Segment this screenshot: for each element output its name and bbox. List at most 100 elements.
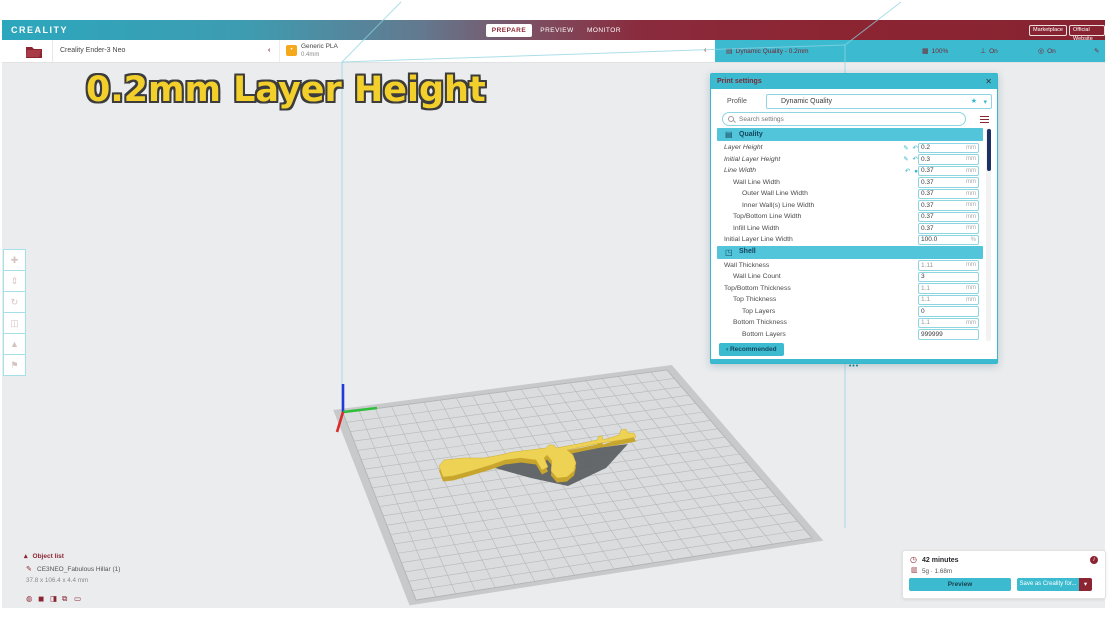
setting-row: Top/Bottom Thickness 1.1 mm: [717, 283, 983, 295]
save-dropdown-icon[interactable]: ▾: [1079, 578, 1092, 591]
shell-section-header[interactable]: ◳ Shell: [717, 245, 983, 259]
setting-row: Wall Line Width 0.37 mm: [717, 177, 983, 189]
preview-button[interactable]: Preview: [909, 578, 1011, 591]
filament-icon: ▥: [911, 567, 918, 574]
setting-row: Wall Line Count 3: [717, 271, 983, 283]
setting-row: Top/Bottom Line Width 0.37 mm: [717, 211, 983, 223]
setting-input[interactable]: 0.37 mm: [918, 165, 979, 176]
setting-label: Inner Wall(s) Line Width: [742, 201, 815, 209]
clock-icon: ◷: [910, 555, 917, 564]
creality-print-window: 0.2mm Layer Height CREALITY PREPARE PREV…: [0, 0, 1111, 625]
quality-section-header[interactable]: ▤ Quality: [717, 128, 983, 141]
save-button[interactable]: Save as Creality for...: [1017, 578, 1079, 591]
setting-label: Infill Line Width: [733, 224, 780, 232]
setting-row: Outer Wall Line Width 0.37 mm: [717, 188, 983, 200]
setting-row: Bottom Thickness 1.1 mm: [717, 317, 983, 329]
mirror-tool[interactable]: ◫: [3, 312, 26, 334]
panel-header[interactable]: Print settings ✕: [711, 74, 997, 89]
quality-icon: ▤: [725, 130, 733, 139]
setting-input[interactable]: 0.37 mm: [918, 188, 979, 199]
setting-row: Bottom Layers 999999: [717, 329, 983, 341]
settings-search-box[interactable]: [722, 112, 966, 126]
panel-scrollbar[interactable]: [986, 128, 991, 341]
setting-input[interactable]: 0.37 mm: [918, 223, 979, 234]
setting-label: Top Thickness: [733, 296, 777, 303]
shell-icon: ◳: [725, 247, 733, 257]
pencil-undo-icons[interactable]: ✎ ↶: [903, 144, 919, 152]
move-tool[interactable]: ✚: [3, 249, 26, 271]
pencil-undo-icons[interactable]: ✎ ↶: [903, 155, 919, 163]
search-input[interactable]: [737, 113, 941, 125]
arrange-icon[interactable]: ◍: [26, 594, 38, 603]
setting-label: Wall Line Count: [733, 273, 781, 280]
setting-label: Top Layers: [742, 307, 776, 315]
info-icon[interactable]: i: [1090, 555, 1098, 564]
collapse-up-icon[interactable]: ▴: [24, 553, 28, 560]
build-volume-line: [844, 1, 902, 46]
setting-label: Layer Height: [724, 144, 763, 151]
setting-row: Inner Wall(s) Line Width 0.37 mm: [717, 200, 983, 212]
print-settings-panel: Print settings ✕ Profile Dynamic Quality…: [710, 73, 998, 370]
support-tool[interactable]: ▲: [3, 333, 26, 355]
rotate-tool[interactable]: ↻: [3, 291, 26, 313]
profile-label: Profile: [727, 98, 747, 105]
object-actions: ◍ ◼ ◨ ⧉ ▭: [26, 588, 86, 606]
setting-input[interactable]: 0.37 mm: [918, 200, 979, 211]
setting-label: Line Width: [724, 167, 757, 174]
setting-label: Top/Bottom Thickness: [724, 284, 791, 292]
build-plate[interactable]: [342, 369, 813, 601]
adjust-tool[interactable]: ⚑: [3, 354, 26, 376]
setting-label: Initial Layer Line Width: [724, 236, 793, 243]
rename-pencil-icon[interactable]: ✎: [26, 565, 32, 573]
setting-input[interactable]: 3: [918, 271, 979, 282]
duplicate-icon[interactable]: ◨: [50, 594, 62, 603]
setting-input[interactable]: 0.37 mm: [918, 177, 979, 188]
setting-label: Initial Layer Height: [724, 155, 781, 163]
setting-input[interactable]: 0: [918, 306, 979, 317]
recommended-button[interactable]: ‹ Recommended: [719, 343, 784, 356]
setting-input[interactable]: 1.1 mm: [918, 317, 979, 328]
chevron-down-icon[interactable]: ▾: [983, 98, 987, 106]
setting-row: Top Layers 0: [717, 306, 983, 318]
scrollbar-thumb[interactable]: [986, 129, 991, 171]
left-toolbar: ✚ ⇕ ↻ ◫ ▲ ⚑: [3, 249, 26, 376]
print-summary-card: ◷ 42 minutes i ▥ 5g · 1.68m Preview Save…: [902, 550, 1106, 599]
merge-icon[interactable]: ◼: [38, 594, 50, 603]
star-icon[interactable]: ★: [971, 97, 977, 105]
setting-input[interactable]: 1.1 mm: [918, 283, 979, 294]
setting-input[interactable]: 1.11 mm: [918, 260, 979, 271]
filament-usage: 5g · 1.68m: [922, 567, 953, 575]
profile-dropdown[interactable]: Dynamic Quality ★ ▾: [766, 94, 992, 109]
settings-rows: ▤ Quality Layer Height ✎ ↶ 0.2 mm Initial Laye…: [717, 128, 983, 341]
panel-resize-handle[interactable]: •••: [711, 359, 997, 370]
setting-row: Top Thickness 1.1 mm: [717, 294, 983, 306]
setting-input[interactable]: 0.37 mm: [918, 211, 979, 222]
profile-value: Dynamic Quality: [781, 98, 832, 105]
setting-input[interactable]: 0.3 mm: [918, 154, 979, 165]
setting-row: Wall Thickness 1.11 mm: [717, 260, 983, 272]
setting-input[interactable]: 0.2 mm: [918, 142, 979, 153]
delete-icon[interactable]: ▭: [74, 594, 86, 603]
search-icon: [728, 116, 734, 122]
setting-input[interactable]: 100.0%: [918, 234, 979, 245]
panel-title: Print settings: [717, 77, 762, 85]
setting-row: Initial Layer Line Width 100.0%: [717, 234, 983, 246]
copy-icon[interactable]: ⧉: [62, 594, 74, 604]
setting-input[interactable]: 999999: [918, 329, 979, 340]
settings-menu-icon[interactable]: [980, 116, 989, 118]
setting-row: Line Width ↶ ● 0.37 mm: [717, 165, 983, 177]
setting-label: Top/Bottom Line Width: [733, 213, 802, 220]
print-time: 42 minutes: [922, 556, 959, 564]
object-name[interactable]: CE3NEO_Fabulous Hillar (1): [37, 566, 120, 573]
setting-label: Wall Line Width: [733, 178, 780, 186]
setting-row: Initial Layer Height ✎ ↶ 0.3 mm: [717, 154, 983, 166]
scale-tool[interactable]: ⇕: [3, 270, 26, 292]
setting-input[interactable]: 1.1 mm: [918, 294, 979, 305]
undo-dot-icons[interactable]: ↶ ●: [905, 167, 919, 175]
caption-overlay: 0.2mm Layer Height: [86, 70, 486, 110]
close-icon[interactable]: ✕: [985, 77, 992, 86]
object-dimensions: 37.8 x 106.4 x 4.4 mm: [26, 577, 89, 584]
object-list-header[interactable]: ▴ Object list: [24, 552, 64, 560]
setting-row: Layer Height ✎ ↶ 0.2 mm: [717, 142, 983, 154]
panel-footer: ‹ Recommended: [711, 341, 997, 359]
